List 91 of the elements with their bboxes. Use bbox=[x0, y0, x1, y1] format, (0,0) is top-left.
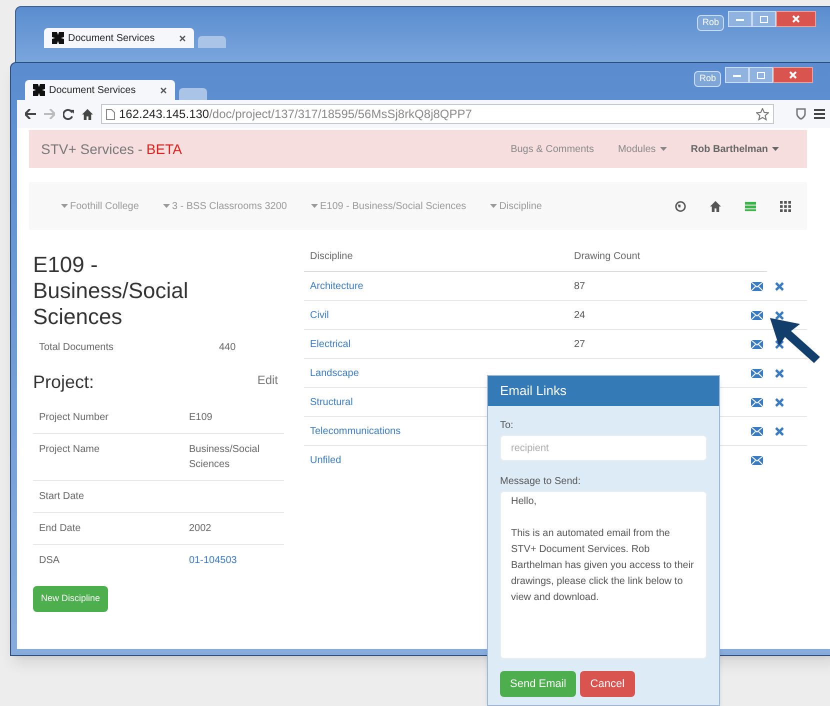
close-icon[interactable] bbox=[160, 86, 167, 94]
category-name-link[interactable]: Architecture bbox=[310, 280, 364, 292]
url-host: 162.243.145.130 bbox=[119, 107, 210, 121]
drawing-count: 24 bbox=[574, 310, 586, 320]
envelope-icon[interactable] bbox=[751, 368, 763, 378]
message-label: Message to Send: bbox=[500, 475, 582, 489]
delete-icon[interactable] bbox=[775, 340, 784, 348]
category-name-link[interactable]: Electrical bbox=[310, 338, 351, 350]
view-button[interactable] bbox=[710, 200, 721, 212]
globe-icon bbox=[675, 200, 686, 212]
close-icon bbox=[792, 15, 800, 23]
menu-icon[interactable] bbox=[814, 109, 825, 119]
field-value: Business/Social Sciences bbox=[189, 443, 261, 472]
address-bar[interactable]: 162.243.145.130/doc/project/137/317/18595/56MsSj8rkQ8j8QPP7 bbox=[101, 104, 774, 124]
nav-link[interactable]: Modules bbox=[618, 142, 667, 156]
logo-icon bbox=[52, 32, 64, 44]
field-label: End Date bbox=[39, 522, 82, 536]
envelope-icon[interactable] bbox=[751, 426, 763, 436]
field-value: E109 bbox=[189, 411, 214, 425]
caret-icon bbox=[772, 147, 779, 151]
envelope-icon[interactable] bbox=[751, 340, 763, 348]
view-button[interactable] bbox=[675, 200, 686, 212]
section-heading: Project: bbox=[33, 371, 94, 394]
send-email-button[interactable]: Send Email bbox=[500, 671, 576, 697]
category-name-link[interactable]: Civil bbox=[310, 310, 329, 320]
column-header: Discipline bbox=[310, 250, 354, 264]
field-value: 2002 bbox=[189, 522, 212, 536]
caret-icon bbox=[490, 204, 498, 208]
drawing-count: 87 bbox=[574, 280, 586, 292]
nav-link[interactable]: Bugs & Comments bbox=[510, 142, 594, 156]
cancel-button[interactable]: Cancel bbox=[580, 671, 635, 697]
category-name-link[interactable]: Unfiled bbox=[310, 455, 342, 466]
drawing-count: 27 bbox=[574, 338, 586, 350]
category-name-link[interactable]: Structural bbox=[310, 396, 353, 408]
minimize-icon bbox=[733, 74, 741, 76]
new-discipline-button[interactable]: New Discipline bbox=[33, 586, 108, 612]
page-heading: E109 - Business/Social Sciences bbox=[33, 252, 190, 330]
field-link[interactable]: 01-104503 bbox=[189, 553, 274, 568]
grid-icon bbox=[780, 200, 791, 212]
view-button[interactable] bbox=[780, 200, 791, 212]
envelope-icon[interactable] bbox=[751, 282, 763, 290]
to-label: To: bbox=[500, 419, 514, 433]
message-field[interactable]: Hello, This is an automated email from the STV+ Document Services. Rob Barthelman has given you access to their drawings, please click the link below to view and download. bbox=[500, 491, 707, 659]
recipient-field[interactable]: recipient bbox=[500, 435, 707, 461]
envelope-icon[interactable] bbox=[751, 456, 763, 465]
minimize-icon bbox=[736, 18, 744, 20]
maximize-icon bbox=[757, 72, 765, 78]
breadcrumb-link[interactable]: 3 - BSS Classrooms 3200 bbox=[162, 198, 287, 214]
pointer-arrow-icon bbox=[770, 318, 822, 364]
breadcrumb-link[interactable]: Foothill College bbox=[61, 198, 139, 214]
total-value: 440 bbox=[219, 341, 236, 355]
home-icon[interactable] bbox=[82, 108, 93, 120]
browser-tab[interactable]: Document Services bbox=[25, 80, 175, 100]
page-icon bbox=[106, 108, 115, 120]
envelope-icon[interactable] bbox=[751, 398, 763, 406]
dialog-title: Email Links bbox=[500, 382, 566, 400]
field-label: Project Number bbox=[39, 411, 110, 425]
profile-badge[interactable]: Rob bbox=[694, 71, 721, 86]
url-path: /doc/project/137/317/18595/56MsSj8rkQ8j8QPP7 bbox=[209, 107, 472, 121]
category-name-link[interactable]: Landscape bbox=[310, 368, 359, 378]
maximize-icon bbox=[760, 16, 768, 22]
close-button[interactable] bbox=[773, 67, 813, 83]
close-button[interactable] bbox=[776, 11, 816, 27]
browser-tab[interactable]: Document Services bbox=[44, 28, 194, 48]
tab-title: Document Services bbox=[49, 84, 137, 98]
close-icon bbox=[789, 71, 797, 79]
list-icon bbox=[745, 200, 756, 212]
field-label: Start Date bbox=[39, 490, 86, 504]
home-icon bbox=[710, 200, 721, 212]
column-header: Drawing Count bbox=[574, 250, 640, 264]
reload-icon[interactable] bbox=[63, 108, 74, 120]
back-icon[interactable] bbox=[25, 109, 36, 119]
user-menu[interactable]: Rob Barthelman bbox=[690, 142, 779, 156]
profile-badge[interactable]: Rob bbox=[697, 15, 724, 30]
field-label: DSA bbox=[39, 554, 61, 568]
total-label: Total Documents bbox=[39, 341, 114, 355]
star-icon[interactable] bbox=[756, 108, 769, 120]
brand-title[interactable]: STV+ Services - BETA bbox=[41, 138, 182, 160]
breadcrumb-link[interactable]: E109 - Business/Social Sciences bbox=[311, 198, 466, 214]
caret-icon bbox=[311, 204, 318, 208]
breadcrumb-link[interactable]: Discipline bbox=[490, 198, 542, 214]
close-icon[interactable] bbox=[179, 34, 186, 42]
caret-icon bbox=[162, 204, 170, 208]
caret-icon bbox=[61, 204, 68, 208]
field-label: Project Name bbox=[39, 443, 101, 457]
shield-icon[interactable] bbox=[796, 108, 806, 120]
category-name-link[interactable]: Telecommunications bbox=[310, 426, 401, 436]
envelope-icon[interactable] bbox=[751, 310, 763, 320]
logo-icon bbox=[33, 84, 45, 96]
edit-link[interactable]: Edit bbox=[257, 371, 284, 389]
tab-title: Document Services bbox=[68, 32, 156, 46]
